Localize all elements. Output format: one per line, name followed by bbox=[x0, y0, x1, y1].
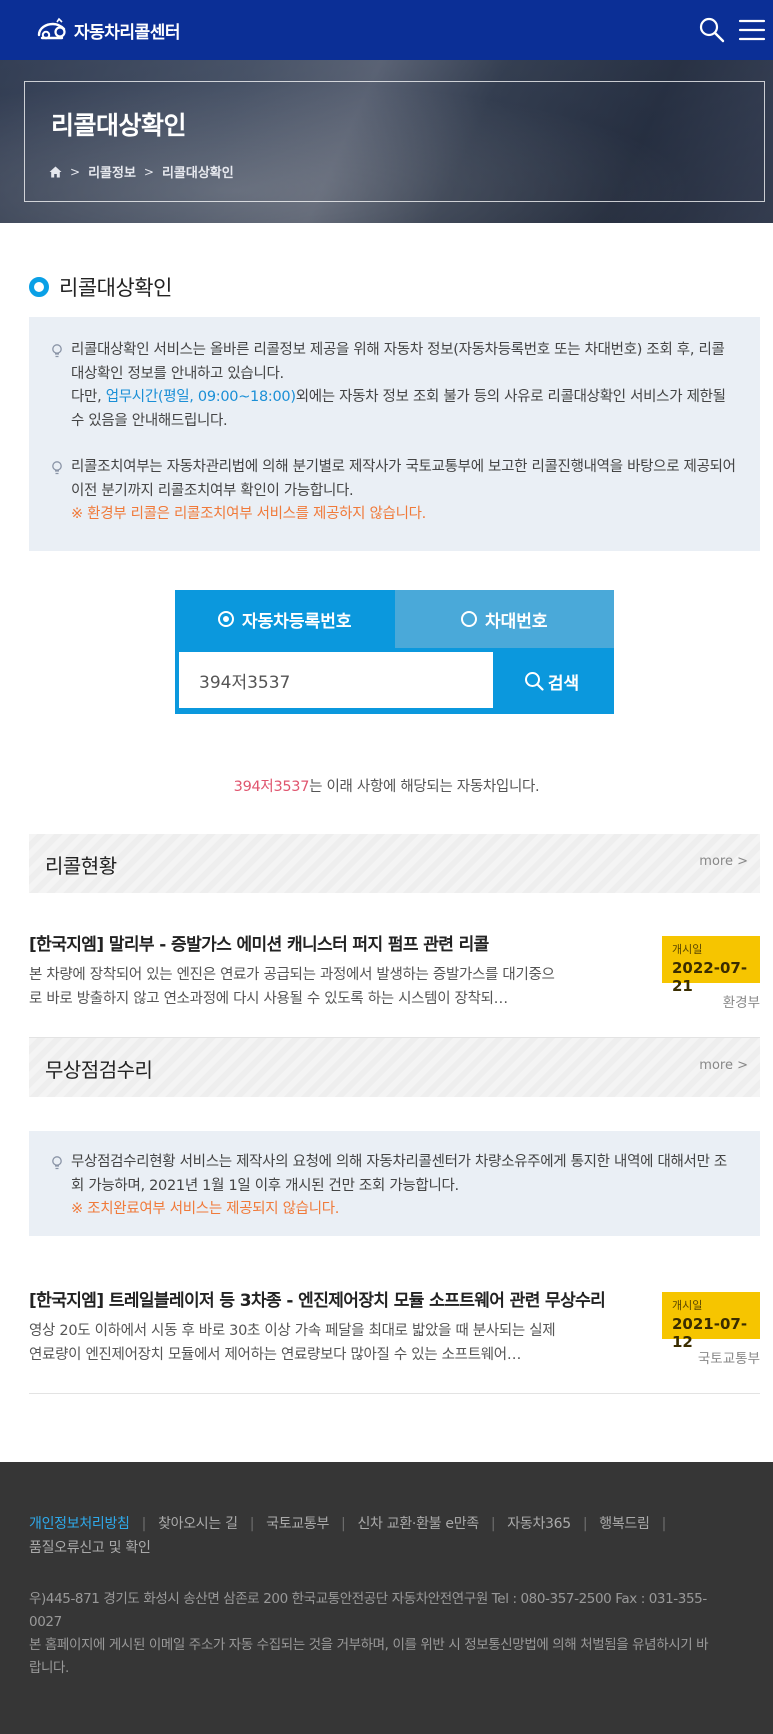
notice-text: 리콜대상확인 서비스는 올바른 리콜정보 제공을 위해 자동차 정보(자동차등록… bbox=[71, 342, 725, 382]
site-footer: 개인정보처리방침 | 찾아오시는 길 | 국토교통부 | 신차 교환·환불 e만족 | 자동차3… bbox=[0, 1462, 773, 1734]
notice-paragraph: 무상점검수리현황 서비스는 제작사의 요청에 의해 자동차리콜센터가 차량소유주… bbox=[51, 1151, 736, 1222]
breadcrumb-item-recall-info[interactable]: 리콜정보 bbox=[88, 162, 136, 181]
radio-unchecked-icon bbox=[460, 611, 477, 627]
agency-name: 국토교통부 bbox=[697, 1351, 760, 1367]
notice-text: 리콜조치여부는 자동차관리법에 의해 분기별로 제작사가 국토교통부에 보고한 … bbox=[71, 459, 736, 499]
footer-link-molit[interactable]: 국토교통부 bbox=[266, 1516, 329, 1532]
footer-email-notice: 본 홈페이지에 게시된 이메일 주소가 자동 수집되는 것을 거부하며, 이를 … bbox=[29, 1637, 709, 1676]
breadcrumb-separator: > bbox=[143, 164, 154, 179]
result-text: 는 이래 사항에 해당되는 자동차입니다. bbox=[309, 779, 540, 795]
footer-divider: | bbox=[141, 1516, 147, 1532]
info-notice-box: 무상점검수리현황 서비스는 제작사의 요청에 의해 자동차리콜센터가 차량소유주… bbox=[29, 1131, 760, 1236]
search-icon bbox=[524, 672, 544, 691]
date-value: 2022-07-21 bbox=[672, 959, 748, 995]
search-button-label: 검색 bbox=[547, 673, 580, 694]
item-title[interactable]: [한국지엠] 말리부 - 증발가스 에미션 캐니스터 퍼지 펌프 관련 리콜 bbox=[29, 930, 489, 955]
free-repair-header: 무상점검수리 more > bbox=[29, 1038, 760, 1097]
warning-text: ※ 환경부 리콜은 리콜조치여부 서비스를 제공하지 않습니다. bbox=[71, 506, 426, 522]
date-value: 2021-07-12 bbox=[672, 1315, 748, 1351]
logo-text: 자동차리콜센터 bbox=[74, 22, 180, 43]
item-title[interactable]: [한국지엠] 트레일블레이저 등 3차종 - 엔진제어장치 모듈 소프트웨어 관… bbox=[29, 1286, 606, 1311]
vehicle-search-form: 자동차등록번호 차대번호 검색 bbox=[175, 590, 614, 714]
item-description: 영상 20도 이하에서 시동 후 바로 30초 이상 가속 페달을 최대로 밟았… bbox=[29, 1323, 556, 1363]
page-banner: 리콜대상확인 > 리콜정보 > 리콜대상확인 bbox=[0, 60, 773, 223]
home-icon[interactable] bbox=[49, 166, 62, 178]
notice-text: 다만, bbox=[71, 389, 106, 405]
info-notice-box: 리콜대상확인 서비스는 올바른 리콜정보 제공을 위해 자동차 정보(자동차등록… bbox=[29, 317, 760, 551]
more-link[interactable]: more > bbox=[699, 1058, 748, 1073]
footer-link-directions[interactable]: 찾아오시는 길 bbox=[158, 1516, 238, 1532]
search-button[interactable]: 검색 bbox=[493, 652, 610, 710]
search-icon[interactable] bbox=[696, 14, 728, 46]
banner-frame: 리콜대상확인 > 리콜정보 > 리콜대상확인 bbox=[24, 81, 765, 202]
footer-link-quality-report[interactable]: 품질오류신고 및 확인 bbox=[29, 1540, 151, 1556]
breadcrumb-separator: > bbox=[70, 164, 81, 179]
top-header: 자동차리콜센터 bbox=[0, 0, 773, 60]
notice-text: 무상점검수리현황 서비스는 제작사의 요청에 의해 자동차리콜센터가 차량소유주… bbox=[71, 1154, 727, 1194]
start-date-badge: 개시일 2021-07-12 bbox=[662, 1292, 760, 1351]
footer-link-refund[interactable]: 신차 교환·환불 e만족 bbox=[357, 1516, 479, 1532]
warning-text: ※ 조치완료여부 서비스는 제공되지 않습니다. bbox=[71, 1201, 340, 1217]
more-link[interactable]: more > bbox=[699, 854, 748, 869]
notice-paragraph: 리콜대상확인 서비스는 올바른 리콜정보 제공을 위해 자동차 정보(자동차등록… bbox=[51, 339, 736, 433]
lightbulb-icon bbox=[52, 461, 62, 475]
footer-divider: | bbox=[249, 1516, 255, 1532]
section-heading: 리콜대상확인 bbox=[29, 272, 172, 302]
footer-divider: | bbox=[490, 1516, 496, 1532]
plate-number-input[interactable] bbox=[179, 652, 493, 708]
footer-divider: | bbox=[341, 1516, 346, 1532]
radio-checked-icon bbox=[218, 611, 234, 627]
category-title: 무상점검수리 bbox=[45, 1058, 153, 1082]
site-logo[interactable]: 자동차리콜센터 bbox=[36, 14, 180, 46]
agency-name: 환경부 bbox=[722, 995, 760, 1011]
footer-divider: | bbox=[582, 1516, 588, 1532]
date-label: 개시일 bbox=[672, 1299, 703, 1312]
page-title: 리콜대상확인 bbox=[51, 111, 187, 140]
footer-link-car365[interactable]: 자동차365 bbox=[507, 1516, 571, 1532]
search-row: 검색 bbox=[175, 648, 614, 714]
business-hours-link: 업무시간(평일, 09:00~18:00) bbox=[105, 389, 296, 405]
footer-link-privacy[interactable]: 개인정보처리방침 bbox=[29, 1516, 130, 1532]
notice-paragraph: 리콜조치여부는 자동차관리법에 의해 분기별로 제작사가 국토교통부에 보고한 … bbox=[51, 456, 736, 527]
section-bullet-icon bbox=[29, 277, 49, 297]
footer-divider: | bbox=[661, 1516, 667, 1532]
car-logo-icon bbox=[37, 17, 66, 40]
footer-link-happy-dream[interactable]: 행복드림 bbox=[599, 1516, 650, 1532]
free-repair-list-item[interactable]: [한국지엠] 트레일블레이저 등 3차종 - 엔진제어장치 모듈 소프트웨어 관… bbox=[29, 1282, 760, 1394]
lightbulb-icon bbox=[52, 344, 62, 358]
footer-info: 우)445-871 경기도 화성시 송산면 삼존로 200 한국교통안전공단 자… bbox=[29, 1588, 709, 1680]
footer-links: 개인정보처리방침 | 찾아오시는 길 | 국토교통부 | 신차 교환·환불 e만족 | 자동차3… bbox=[29, 1512, 749, 1560]
search-type-tabs: 자동차등록번호 차대번호 bbox=[175, 590, 614, 648]
lightbulb-icon bbox=[52, 1156, 62, 1170]
start-date-badge: 개시일 2022-07-21 bbox=[662, 936, 760, 995]
tab-label: 자동차등록번호 bbox=[242, 611, 352, 632]
tab-registration-number[interactable]: 자동차등록번호 bbox=[175, 590, 395, 648]
category-title: 리콜현황 bbox=[45, 854, 117, 878]
section-title: 리콜대상확인 bbox=[59, 276, 172, 300]
breadcrumb-item-current[interactable]: 리콜대상확인 bbox=[162, 162, 234, 181]
breadcrumb: > 리콜정보 > 리콜대상확인 bbox=[49, 162, 234, 181]
hamburger-menu-icon[interactable] bbox=[736, 14, 768, 46]
item-description: 본 차량에 장착되어 있는 엔진은 연료가 공급되는 과정에서 발생하는 증발가… bbox=[29, 967, 555, 1007]
recall-list-item[interactable]: [한국지엠] 말리부 - 증발가스 에미션 캐니스터 퍼지 펌프 관련 리콜 본… bbox=[29, 926, 760, 1038]
recall-status-header: 리콜현황 more > bbox=[29, 834, 760, 893]
tab-label: 차대번호 bbox=[484, 611, 548, 632]
result-plate-number: 394저3537 bbox=[233, 779, 310, 795]
tab-vin[interactable]: 차대번호 bbox=[394, 590, 614, 648]
footer-address: 우)445-871 경기도 화성시 송산면 삼존로 200 한국교통안전공단 자… bbox=[29, 1591, 707, 1630]
date-label: 개시일 bbox=[672, 943, 703, 956]
search-result-message: 394저3537는 이래 사항에 해당되는 자동차입니다. bbox=[0, 775, 773, 796]
